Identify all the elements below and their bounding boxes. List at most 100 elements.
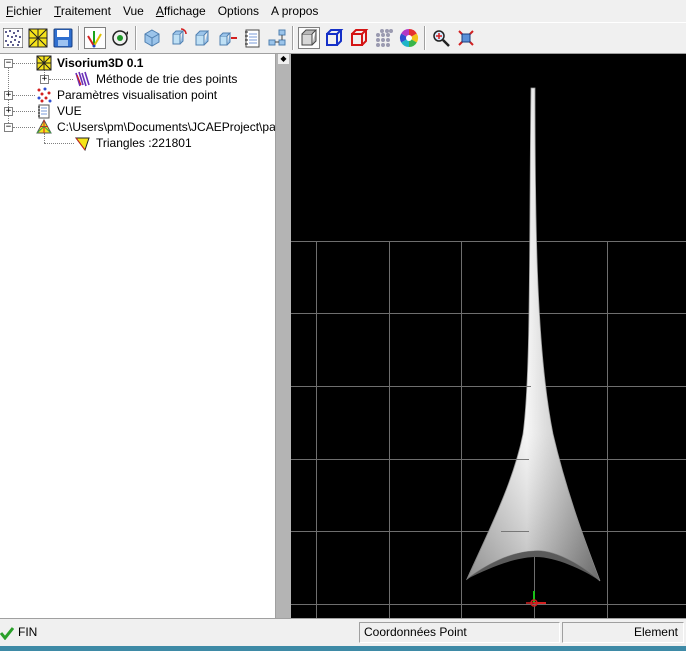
view-icon: [38, 104, 50, 119]
solid-cube-button[interactable]: [298, 27, 320, 49]
mesh-file-icon: [36, 119, 52, 134]
tree-item-triangles[interactable]: Triangles :221801: [74, 135, 192, 151]
menu-affichage-label: Affichage: [155, 4, 206, 18]
status-state-panel: FIN: [0, 622, 356, 643]
tree-item-parametres-label: Paramètres visualisation point: [57, 88, 218, 102]
axes-button[interactable]: [84, 27, 106, 49]
tree-connector: [13, 111, 35, 112]
wire-red-cube-button[interactable]: [348, 27, 370, 49]
tree-item-file-label: C:\Users\pm\Documents\JCAEProject\pale.u: [57, 120, 276, 134]
status-coords-panel: Coordonnées Point: [359, 622, 560, 643]
orbit-icon: [112, 30, 128, 46]
toolbar-separator: [78, 26, 80, 50]
orbit-button[interactable]: [109, 27, 131, 49]
cube-add-icon: [219, 32, 237, 46]
3d-scene: [291, 87, 686, 618]
mesh-icon: [28, 28, 48, 48]
mesh-button[interactable]: [27, 27, 49, 49]
target-icon: [458, 30, 474, 46]
notebook-button[interactable]: [241, 27, 263, 49]
menu-options-label: Options: [217, 4, 260, 18]
tree-expander-parametres[interactable]: +: [4, 91, 13, 100]
tree-item-triangles-label: Triangles :221801: [96, 136, 192, 150]
menu-a-propos[interactable]: A propos: [265, 0, 324, 22]
zoom-button[interactable]: [430, 27, 452, 49]
menu-vue-label: Vue: [122, 4, 144, 18]
sort-method-icon: [75, 71, 90, 87]
wire-red-cube-icon: [351, 29, 369, 46]
tree-connector: [13, 95, 35, 96]
points-cube-button[interactable]: [373, 27, 395, 49]
target-button[interactable]: [455, 27, 477, 49]
tree-item-root[interactable]: Visorium3D 0.1: [36, 55, 143, 71]
tree-connector: [13, 63, 35, 64]
tree-connector: [49, 79, 73, 80]
taskbar-strip: [0, 646, 686, 651]
toolbar-separator: [135, 26, 137, 50]
tree-item-methode-label: Méthode de trie des points: [96, 72, 238, 86]
status-state-text: FIN: [18, 625, 38, 639]
menu-vue[interactable]: Vue: [117, 0, 150, 22]
menu-traitement-label: Traitement: [54, 4, 111, 18]
color-wheel-button[interactable]: [398, 27, 420, 49]
cube-translate-icon: [195, 30, 210, 46]
origin-axes: [526, 591, 546, 607]
tree-item-methode[interactable]: Méthode de trie des points: [74, 71, 237, 87]
cube-add-button[interactable]: [216, 27, 238, 49]
solid-cube-icon: [301, 29, 318, 46]
menu-traitement[interactable]: Traitement: [48, 0, 117, 22]
save-icon: [53, 28, 73, 48]
wire-blue-cube-button[interactable]: [323, 27, 345, 49]
toolbar: [0, 22, 686, 54]
tree-item-file[interactable]: C:\Users\pm\Documents\JCAEProject\pale.u: [36, 119, 276, 135]
cube-blue-button[interactable]: [141, 27, 163, 49]
point-settings-icon: [37, 87, 52, 103]
axes-icon: [87, 31, 102, 48]
tree-item-vue-label: VUE: [57, 104, 82, 118]
points-cube-icon: [376, 29, 393, 47]
hierarchy-icon: [268, 29, 286, 46]
cube-rotate-icon: [172, 28, 187, 45]
checkmark-icon: [0, 626, 14, 640]
save-button[interactable]: [52, 27, 74, 49]
tree-connector: [13, 127, 35, 128]
tree-expander-root[interactable]: −: [4, 59, 13, 68]
tree-expander-vue[interactable]: +: [4, 107, 13, 116]
mesh-icon: [36, 55, 52, 71]
panel-splitter[interactable]: ◆: [276, 54, 291, 618]
cube-translate-button[interactable]: [191, 27, 213, 49]
toolbar-separator: [424, 26, 426, 50]
color-wheel-icon: [399, 28, 419, 48]
wire-blue-cube-icon: [326, 29, 344, 46]
menu-fichier-label: Fichier: [6, 4, 43, 18]
tree-item-root-label: Visorium3D 0.1: [57, 56, 144, 70]
point-cloud-button[interactable]: [2, 27, 24, 49]
tree-connector: [44, 143, 74, 144]
point-cloud-icon: [3, 28, 23, 48]
tree-view[interactable]: − Visorium3D 0.1 + Méthode de trie des p…: [0, 54, 276, 618]
tree-expander-file[interactable]: −: [4, 123, 13, 132]
blade-model: [466, 87, 601, 582]
menu-options[interactable]: Options: [212, 0, 265, 22]
splitter-knob-icon[interactable]: ◆: [278, 54, 289, 64]
menu-bar: Fichier Traitement Vue Affichage Options…: [0, 0, 686, 22]
status-bar: FIN Coordonnées Point Element: [0, 618, 686, 646]
tree-item-parametres[interactable]: Paramètres visualisation point: [36, 87, 217, 103]
triangle-icon: [75, 137, 90, 151]
menu-fichier[interactable]: Fichier: [0, 0, 48, 22]
toolbar-separator: [292, 26, 294, 50]
splitter-knob-glyph: ◆: [280, 54, 287, 63]
cube-rotate-button[interactable]: [166, 27, 188, 49]
menu-a-propos-label: A propos: [271, 4, 319, 18]
cube-blue-icon: [144, 29, 160, 47]
status-element-text: Element: [633, 625, 678, 639]
tree-expander-methode[interactable]: +: [40, 75, 49, 84]
notebook-icon: [245, 29, 260, 48]
status-coords-text: Coordonnées Point: [364, 625, 467, 639]
zoom-icon: [433, 30, 450, 47]
menu-affichage[interactable]: Affichage: [150, 0, 212, 22]
status-element-panel: Element: [562, 622, 684, 643]
hierarchy-button[interactable]: [266, 27, 288, 49]
3d-viewport[interactable]: [291, 54, 686, 618]
tree-item-vue[interactable]: VUE: [36, 103, 82, 119]
